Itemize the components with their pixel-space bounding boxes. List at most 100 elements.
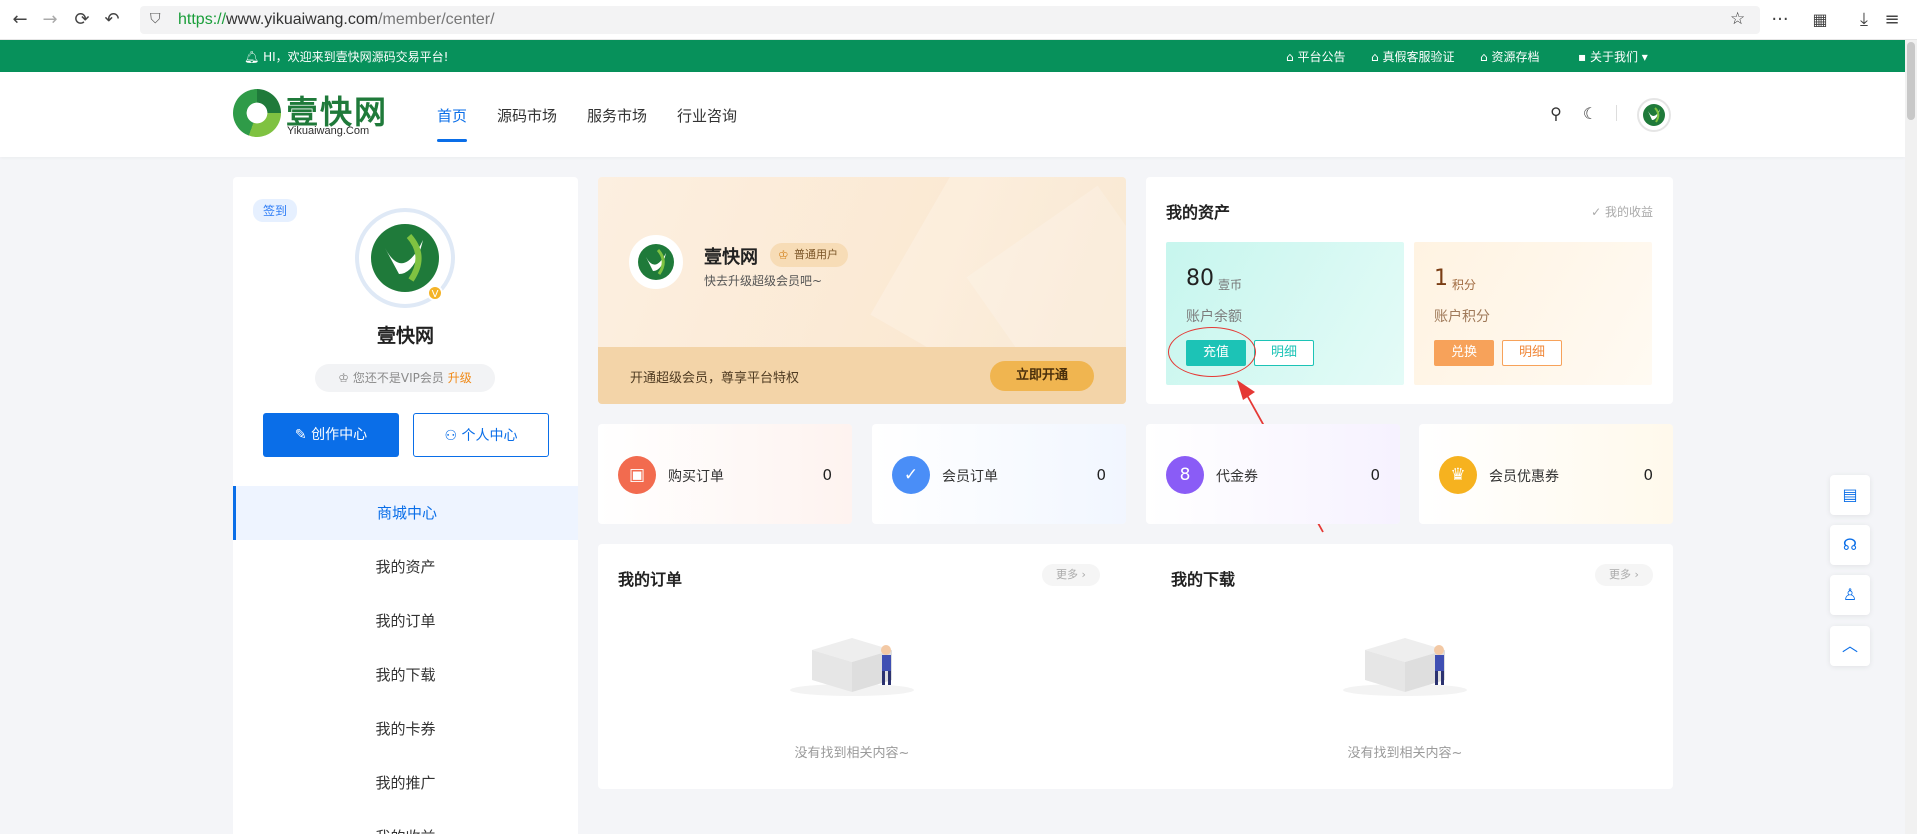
stat-value: 0 — [1096, 466, 1106, 484]
sidebar-item-mall[interactable]: 商城中心 — [233, 486, 578, 540]
stat-value: 0 — [1370, 466, 1380, 484]
nav-service-market[interactable]: 服务市场 — [587, 105, 647, 126]
sidebar-item-coupons[interactable]: 我的卡券 — [233, 702, 578, 756]
more-dots-icon[interactable]: ··· — [1768, 8, 1792, 32]
stat-label: 购买订单 — [668, 469, 724, 485]
welcome-text: 🔔︎ HI，欢迎来到壹快网源码交易平台! — [244, 50, 449, 64]
exchange-button[interactable]: 兑换 — [1434, 340, 1494, 366]
orders-downloads-panel: 我的订单 更多 › 没有找到相关内容~ 我的下载 更多 › 没有找到相关内容~ — [598, 544, 1673, 789]
notice-link-announcement[interactable]: ⌂ 平台公告 — [1286, 48, 1345, 65]
member-card: 壹快网 ♔ 普通用户 快去升级超级会员吧~ 开通超级会员，尊享平台特权 立即开通 — [598, 177, 1126, 404]
logo-subtext: Yikuaiwang.Com — [287, 125, 370, 137]
stat-label: 会员优惠券 — [1489, 469, 1559, 485]
header-divider — [1616, 105, 1617, 121]
customer-service-icon[interactable]: ☊ — [1830, 525, 1870, 565]
point-detail-button[interactable]: 明细 — [1502, 340, 1562, 366]
back-arrow-icon[interactable]: ← — [8, 8, 32, 32]
notice-link-verify[interactable]: ⌂ 真假客服验证 — [1371, 48, 1454, 65]
downloads-title: 我的下载 — [1171, 570, 1236, 589]
nav-source-market[interactable]: 源码市场 — [497, 105, 557, 126]
about-dropdown[interactable]: ▪ 关于我们 ▾ — [1578, 48, 1648, 65]
nav-home[interactable]: 首页 — [437, 105, 467, 126]
menu-icon[interactable]: ≡ — [1880, 8, 1904, 32]
crown-icon: ♛ — [1439, 456, 1477, 494]
bell-icon: 🔔︎ — [244, 50, 260, 64]
stat-card-purchase-orders[interactable]: ▣ 购买订单 0 — [598, 424, 852, 524]
search-icon[interactable]: ⚲ — [1546, 104, 1566, 124]
sidebar-item-assets[interactable]: 我的资产 — [233, 540, 578, 594]
clipboard-check-icon: ✓ — [892, 456, 930, 494]
empty-box-illustration — [790, 638, 914, 696]
personal-center-button[interactable]: ⚇ 个人中心 — [413, 413, 549, 457]
vip-promo-bar: 开通超级会员，尊享平台特权 立即开通 — [598, 347, 1126, 404]
logo-icon[interactable] — [233, 89, 281, 137]
assets-title: 我的资产 — [1166, 203, 1231, 222]
download-icon[interactable]: ⤓ — [1852, 8, 1876, 32]
crown-icon: ♔ — [778, 248, 789, 262]
page-scrollbar[interactable] — [1905, 40, 1917, 834]
open-vip-button[interactable]: 立即开通 — [990, 361, 1094, 391]
coin-detail-button[interactable]: 明细 — [1254, 340, 1314, 366]
stat-value: 0 — [1643, 466, 1653, 484]
nav-active-indicator — [437, 139, 467, 142]
shield-icon: ⛉ — [150, 11, 161, 27]
calendar-icon[interactable]: ▤ — [1830, 475, 1870, 515]
reload-icon[interactable]: ⟳ — [70, 8, 94, 32]
earnings-link[interactable]: ✓ 我的收益 — [1591, 203, 1653, 220]
annotation-circle — [1168, 327, 1256, 377]
member-subtitle: 快去升级超级会员吧~ — [704, 274, 823, 288]
coin-label: 账户余额 — [1186, 309, 1242, 325]
signin-button[interactable]: 签到 — [253, 199, 298, 222]
orders-title: 我的订单 — [618, 570, 683, 589]
stat-card-member-coupons[interactable]: ♛ 会员优惠券 0 — [1419, 424, 1673, 524]
browser-toolbar: ← → ⟳ ↶ ⛉ https://www.yikuaiwang.com/mem… — [0, 0, 1917, 40]
crown-icon: ♔ — [338, 371, 350, 385]
downloads-empty-text: 没有找到相关内容~ — [1347, 746, 1463, 761]
site-header: 壹快网 Yikuaiwang.Com 首页 源码市场 服务市场 行业咨询 ⚲ ☾ — [0, 72, 1905, 157]
edit-icon: ✎ — [294, 427, 307, 443]
scrollbar-thumb[interactable] — [1907, 42, 1915, 120]
points-card: 1 积分 账户积分 兑换 明细 — [1414, 242, 1652, 385]
upgrade-link[interactable]: 升级 — [448, 371, 472, 385]
member-sidebar: 签到 V 壹快网 ♔ 您还不是VIP会员 升级 ✎ 创作中心 ⚇ 个人中心 商城… — [233, 177, 578, 834]
member-name: 壹快网 — [704, 247, 758, 268]
stat-label: 代金券 — [1216, 469, 1258, 485]
point-label: 账户积分 — [1434, 309, 1490, 325]
user-icon: ⚇ — [444, 428, 458, 444]
stat-label: 会员订单 — [942, 469, 998, 485]
ticket-icon: 8 — [1166, 456, 1204, 494]
vip-status-pill[interactable]: ♔ 您还不是VIP会员 升级 — [315, 364, 495, 392]
back-to-top-icon[interactable]: ︿ — [1830, 626, 1870, 666]
sidebar-item-earnings[interactable]: 我的收益 — [233, 810, 578, 834]
sidebar-item-orders[interactable]: 我的订单 — [233, 594, 578, 648]
stat-card-vouchers[interactable]: 8 代金券 0 — [1146, 424, 1400, 524]
member-avatar — [629, 235, 683, 289]
address-bar[interactable]: ⛉ https://www.yikuaiwang.com/member/cent… — [140, 6, 1760, 34]
empty-box-illustration — [1343, 638, 1467, 696]
nav-industry-news[interactable]: 行业咨询 — [677, 105, 737, 126]
star-icon[interactable]: ☆ — [1730, 9, 1745, 29]
coin-value: 80 — [1186, 266, 1214, 291]
sidebar-item-promotion[interactable]: 我的推广 — [233, 756, 578, 810]
profile-name: 壹快网 — [376, 325, 434, 347]
url-text: https://www.yikuaiwang.com/member/center… — [178, 11, 495, 28]
apps-grid-icon[interactable]: ▦ — [1808, 8, 1832, 32]
orders-empty-text: 没有找到相关内容~ — [794, 746, 910, 761]
notice-bar: 🔔︎ HI，欢迎来到壹快网源码交易平台! ⌂ 平台公告 ⌂ 真假客服验证 ⌂ 资… — [0, 40, 1905, 72]
check-circle-icon: ✓ — [1591, 205, 1602, 219]
shopping-bag-icon: ▣ — [618, 456, 656, 494]
stat-card-member-orders[interactable]: ✓ 会员订单 0 — [872, 424, 1126, 524]
forward-arrow-icon[interactable]: → — [38, 8, 62, 32]
dark-mode-icon[interactable]: ☾ — [1580, 104, 1600, 124]
user-avatar[interactable] — [1637, 98, 1671, 132]
sidebar-item-downloads[interactable]: 我的下载 — [233, 648, 578, 702]
downloads-more-button[interactable]: 更多 › — [1595, 564, 1653, 586]
member-level-badge: ♔ 普通用户 — [770, 243, 848, 267]
vip-promo-text: 开通超级会员，尊享平台特权 — [630, 371, 800, 386]
notice-link-archive[interactable]: ⌂ 资源存档 — [1480, 48, 1539, 65]
undo-icon[interactable]: ↶ — [100, 8, 124, 32]
point-unit: 积分 — [1452, 278, 1477, 292]
orders-more-button[interactable]: 更多 › — [1042, 564, 1100, 586]
creator-center-button[interactable]: ✎ 创作中心 — [263, 413, 399, 457]
qq-icon[interactable]: ♙ — [1830, 575, 1870, 615]
